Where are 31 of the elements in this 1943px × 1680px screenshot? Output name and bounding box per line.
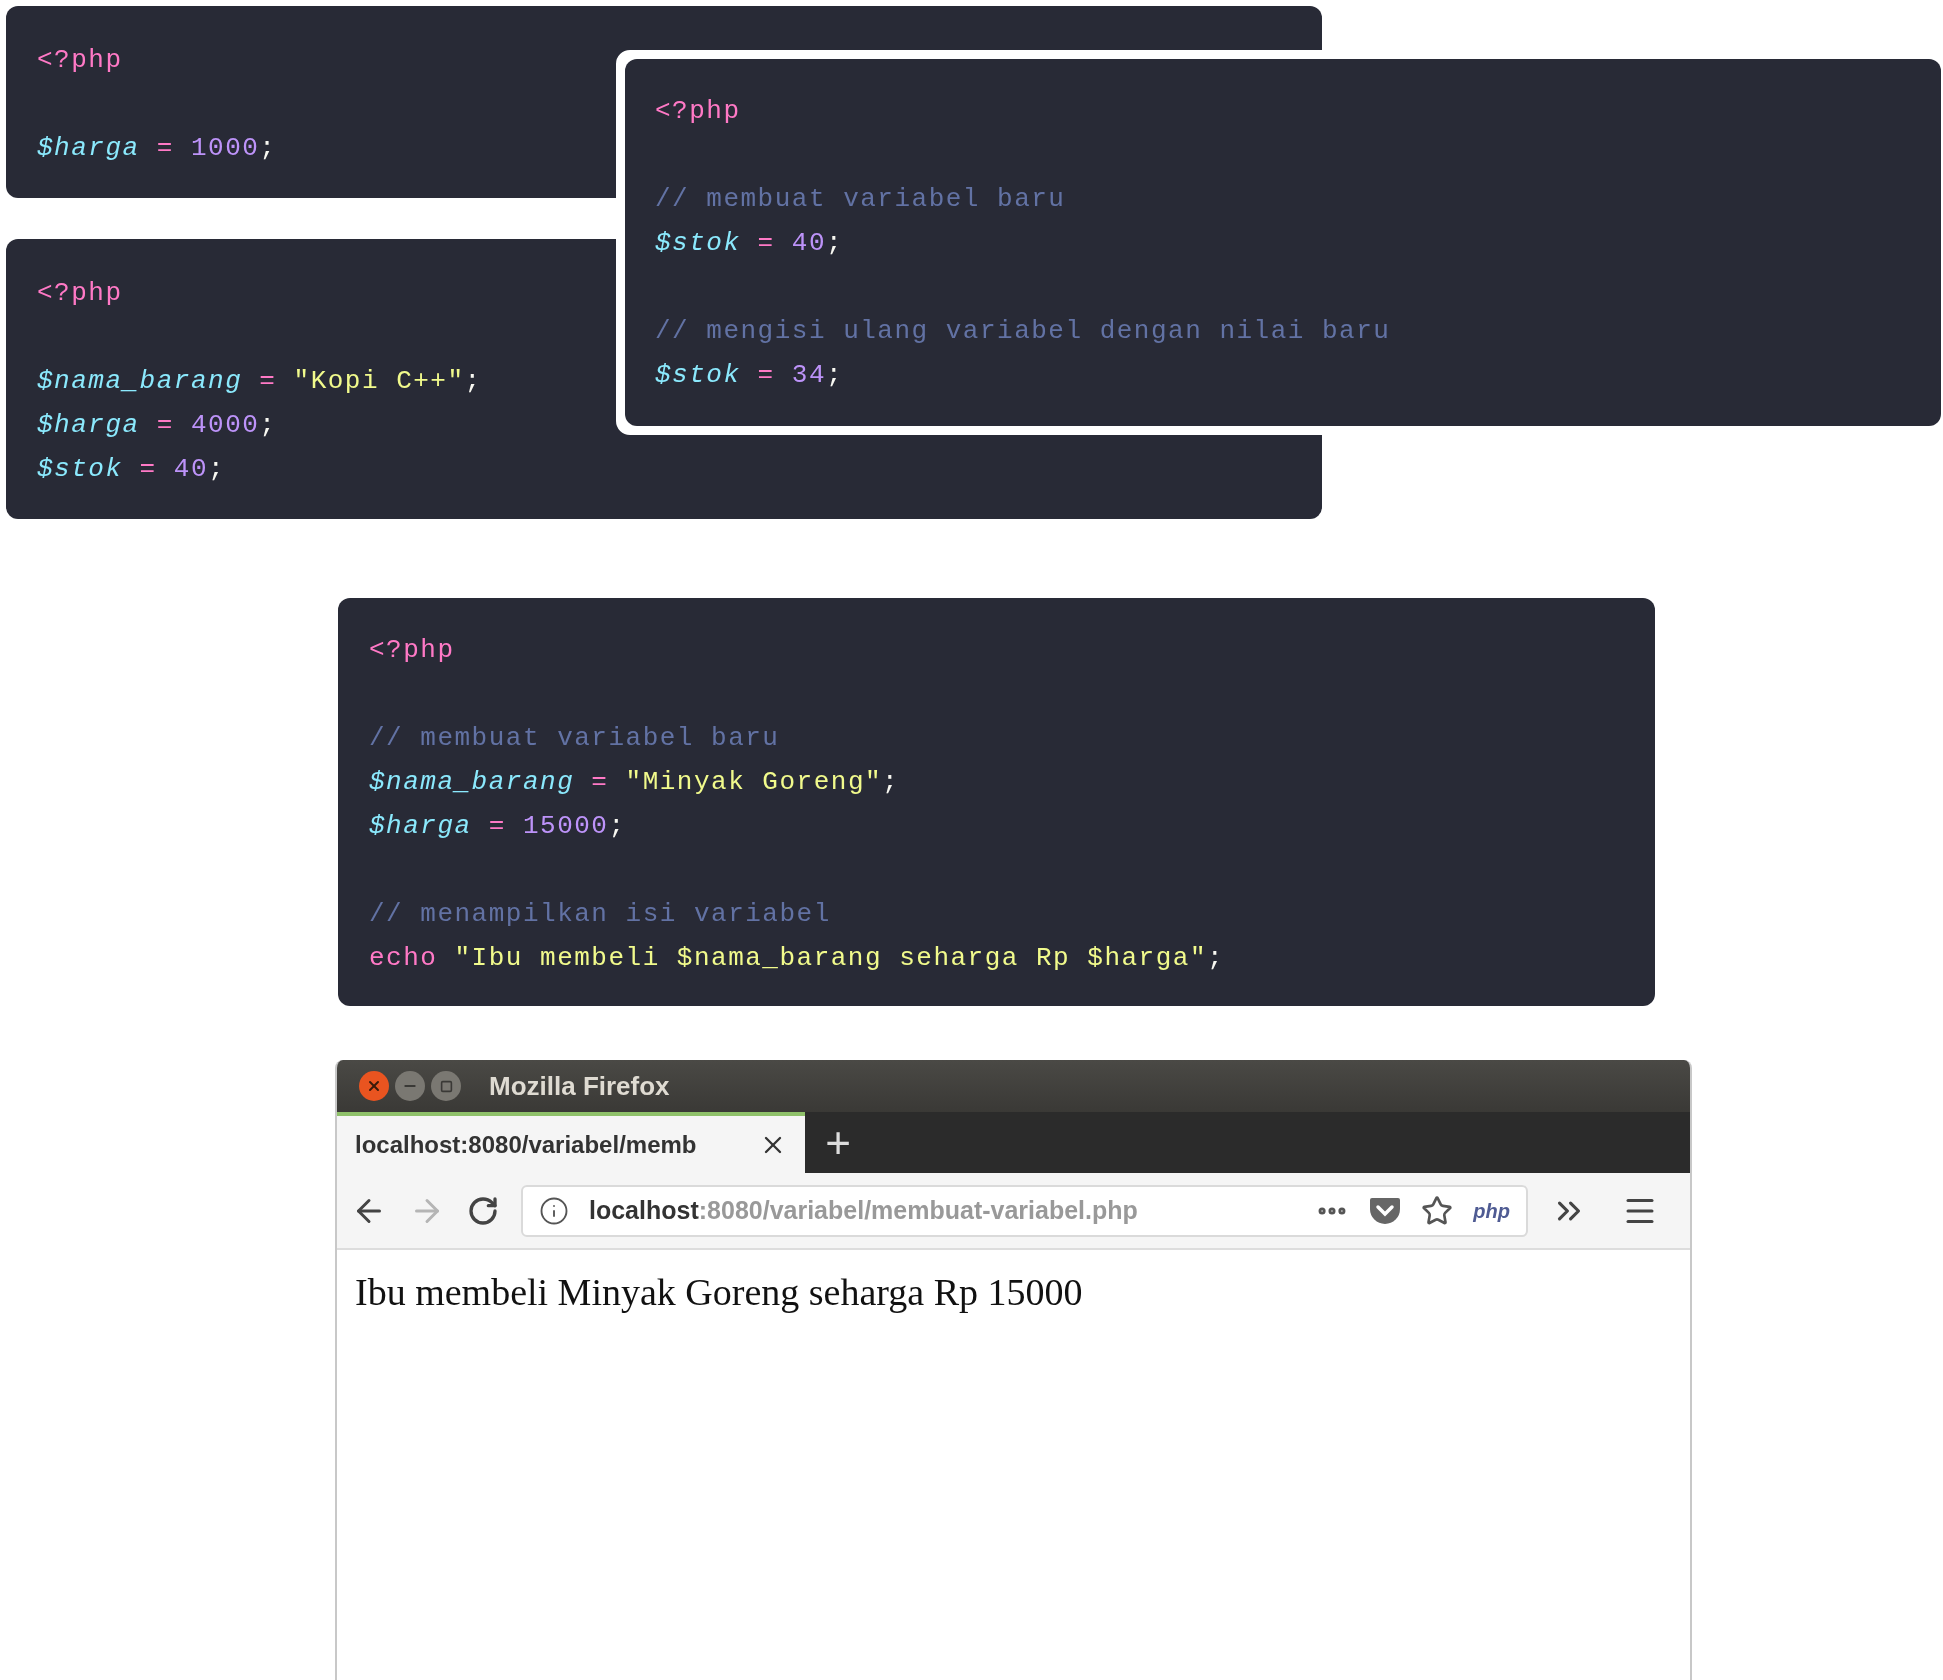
minimize-icon[interactable] <box>395 1071 425 1101</box>
new-tab-button[interactable]: + <box>805 1112 871 1173</box>
address-bar[interactable]: localhost:8080/variabel/membuat-variabel.php php <box>521 1184 1528 1237</box>
reload-icon[interactable] <box>467 1194 499 1227</box>
code-line: $harga = 4000; <box>37 409 277 442</box>
code-line: $nama_barang = "Minyak Goreng"; <box>369 766 900 799</box>
code-line: <?php <box>369 634 455 667</box>
code-line: <?php <box>37 277 123 310</box>
code-line: $stok = 40; <box>37 453 226 486</box>
tab-title: localhost:8080/variabel/memb <box>355 1129 698 1160</box>
code-line: $nama_barang = "Kopi C++"; <box>37 365 482 398</box>
code-line: // membuat variabel baru <box>655 183 1066 216</box>
code-line: echo "Ibu membeli $nama_barang seharga Rp $harga"; <box>369 942 1225 975</box>
url-text: localhost:8080/variabel/membuat-variabel.php <box>589 1194 1139 1226</box>
code-line: <?php <box>37 44 123 77</box>
php-extension[interactable]: php <box>1473 1195 1510 1226</box>
maximize-icon[interactable] <box>431 1071 461 1101</box>
window-title: Mozilla Firefox <box>489 1069 670 1103</box>
browser-tab[interactable]: localhost:8080/variabel/memb <box>337 1112 805 1173</box>
code-line: // mengisi ulang variabel dengan nilai baru <box>655 315 1391 348</box>
info-icon[interactable] <box>539 1195 569 1226</box>
code-line: $harga = 1000; <box>37 132 277 165</box>
code-line: $stok = 34; <box>655 359 844 392</box>
code-line: // menampilkan isi variabel <box>369 898 831 931</box>
pocket-icon[interactable] <box>1369 1195 1402 1226</box>
code-line: $stok = 40; <box>655 227 844 260</box>
star-icon[interactable] <box>1421 1194 1454 1227</box>
code-line: // membuat variabel baru <box>369 722 780 755</box>
page-text: Ibu membeli Minyak Goreng seharga Rp 15000 <box>355 1270 1083 1315</box>
code-line: <?php <box>655 95 741 128</box>
code-line: $harga = 15000; <box>369 810 626 843</box>
